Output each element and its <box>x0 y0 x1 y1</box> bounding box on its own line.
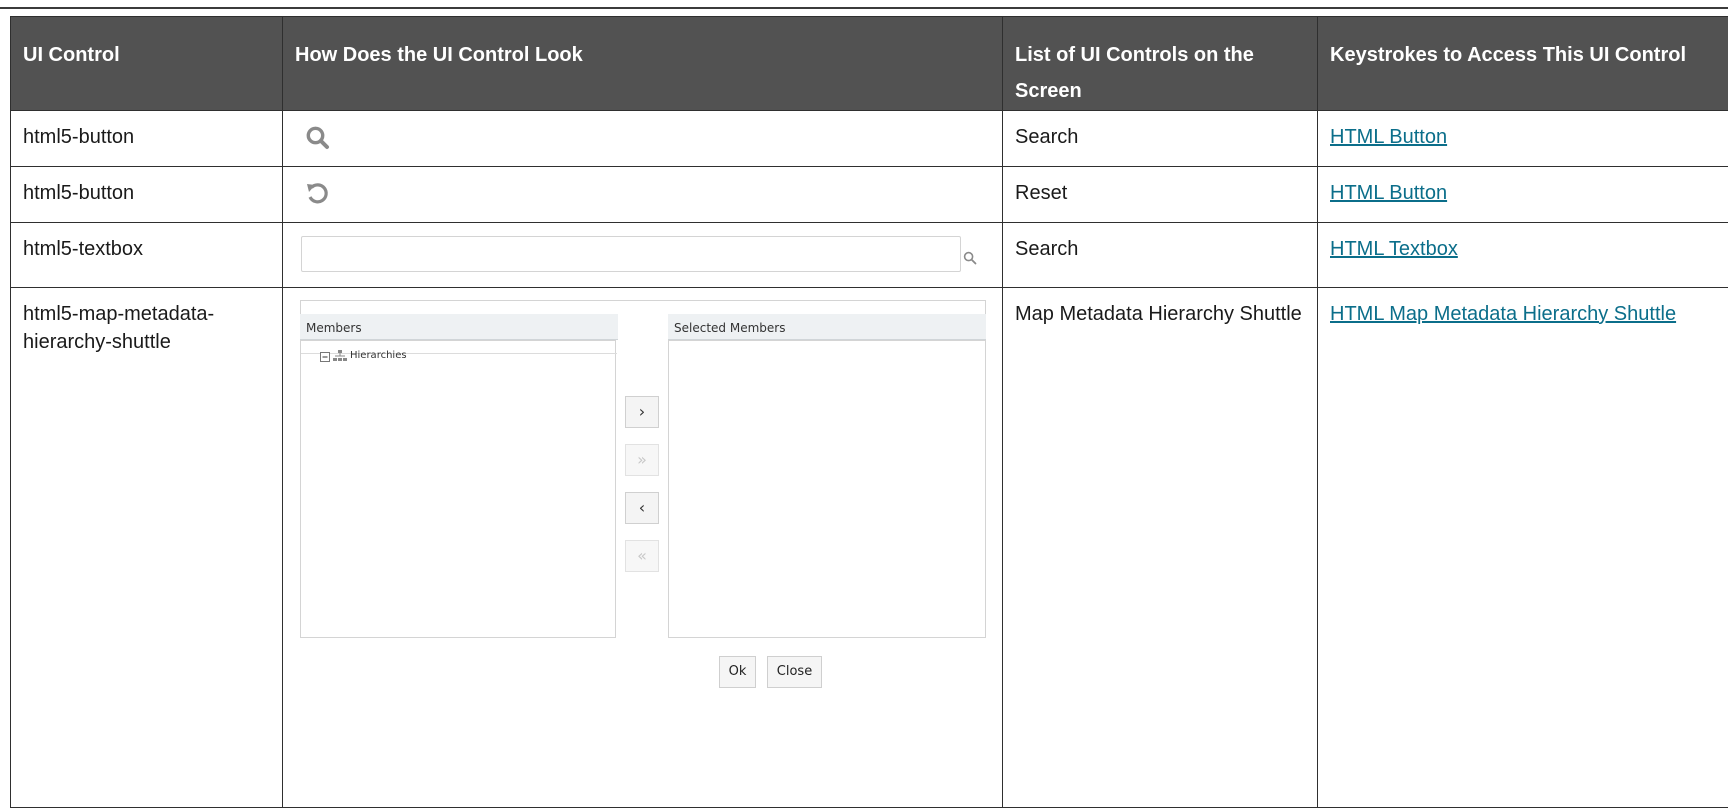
cell-control: html5-textbox <box>11 223 283 288</box>
cell-look <box>283 223 1003 288</box>
cell-look <box>283 111 1003 167</box>
top-rule <box>0 7 1728 9</box>
header-list-controls: List of UI Controls on the Screen <box>1003 17 1318 111</box>
html-button-link[interactable]: HTML Button <box>1330 126 1447 148</box>
selected-members-pane[interactable] <box>668 340 986 638</box>
cell-list: Reset <box>1003 167 1318 223</box>
header-row: UI Control How Does the UI Control Look … <box>11 17 1728 111</box>
move-right-button[interactable]: › <box>625 396 659 428</box>
search-input[interactable] <box>301 236 961 272</box>
cell-control: html5-button <box>11 111 283 167</box>
collapse-icon[interactable] <box>320 342 330 370</box>
close-button[interactable]: Close <box>767 656 822 688</box>
tree-item-hierarchies[interactable]: Hierarchies <box>320 342 407 370</box>
html-button-link[interactable]: HTML Button <box>1330 182 1447 204</box>
cell-list: Search <box>1003 223 1318 288</box>
tree-item-label: Hierarchies <box>350 342 407 370</box>
html-textbox-link[interactable]: HTML Textbox <box>1330 238 1458 260</box>
reset-icon[interactable] <box>305 181 331 215</box>
ok-button[interactable]: Ok <box>719 656 756 688</box>
move-left-button[interactable]: ‹ <box>625 492 659 524</box>
cell-keystroke: HTML Button <box>1318 111 1728 167</box>
cell-look <box>283 167 1003 223</box>
cell-keystroke: HTML Button <box>1318 167 1728 223</box>
table-row: html5-textbox Search HTML Textbox <box>11 223 1728 288</box>
cell-control: html5-button <box>11 167 283 223</box>
members-pane[interactable] <box>300 340 616 638</box>
members-header: Members <box>300 314 618 340</box>
table-row: html5-map-metadata-hierarchy-shuttle Mem… <box>11 288 1728 808</box>
shuttle-frame <box>300 300 986 315</box>
move-all-left-button[interactable]: « <box>625 540 659 572</box>
cell-keystroke: HTML Textbox <box>1318 223 1728 288</box>
cell-list: Map Metadata Hierarchy Shuttle <box>1003 288 1318 808</box>
search-icon[interactable] <box>963 245 977 273</box>
hierarchy-icon <box>333 342 347 370</box>
hierarchy-shuttle: Members Hierarchies › » <box>300 300 986 694</box>
selected-members-header: Selected Members <box>668 314 986 340</box>
ui-controls-table: UI Control How Does the UI Control Look … <box>10 16 1728 808</box>
table-row: html5-button Reset HTML Button <box>11 167 1728 223</box>
header-how-look: How Does the UI Control Look <box>283 17 1003 111</box>
header-ui-control: UI Control <box>11 17 283 111</box>
move-all-right-button[interactable]: » <box>625 444 659 476</box>
html-map-metadata-hierarchy-shuttle-link[interactable]: HTML Map Metadata Hierarchy Shuttle <box>1330 303 1676 325</box>
cell-control: html5-map-metadata-hierarchy-shuttle <box>11 288 283 808</box>
cell-look: Members Hierarchies › » <box>283 288 1003 808</box>
table-row: html5-button Search HTML Button <box>11 111 1728 167</box>
cell-list: Search <box>1003 111 1318 167</box>
search-icon[interactable] <box>305 125 331 159</box>
header-keystrokes: Keystrokes to Access This UI Control <box>1318 17 1728 111</box>
cell-keystroke: HTML Map Metadata Hierarchy Shuttle <box>1318 288 1728 808</box>
